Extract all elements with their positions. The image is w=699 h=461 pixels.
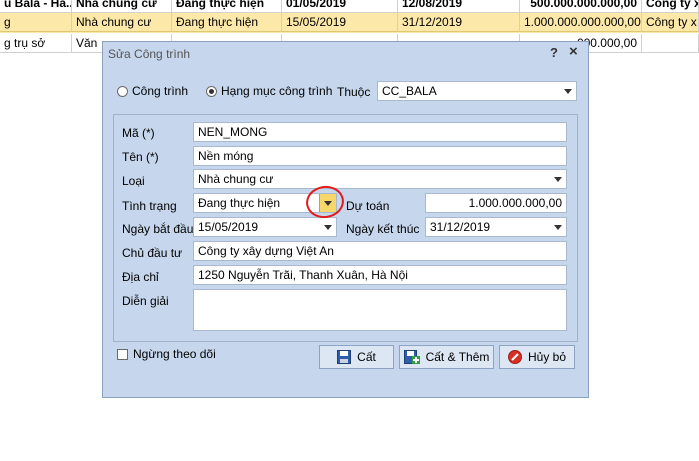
grid-cell[interactable]: 31/12/2019 [398, 13, 520, 32]
du-toan-input[interactable]: 1.000.000.000,00 [425, 193, 567, 213]
grid-cell[interactable]: g trụ sở [0, 34, 72, 53]
ten-label: Tên (*) [122, 150, 159, 164]
radio-checked-icon [206, 85, 217, 97]
ngay-bat-dau-picker[interactable]: 15/05/2019 [193, 217, 337, 237]
close-button[interactable]: × [569, 43, 578, 60]
chu-dau-tu-label: Chủ đầu tư [122, 246, 183, 260]
radio-cong-trinh-label: Công trình [132, 84, 189, 98]
floppy-disk-plus-icon [403, 350, 420, 364]
thuoc-label: Thuộc [337, 85, 371, 99]
grid-cell[interactable] [642, 34, 699, 53]
grid-cell[interactable]: 15/05/2019 [282, 13, 398, 32]
dien-giai-textarea[interactable] [193, 289, 567, 331]
grid-cell[interactable]: g [0, 13, 72, 32]
ngung-theo-doi-checkbox[interactable]: Ngừng theo dõi [117, 347, 216, 361]
ngay-ket-thuc-picker[interactable]: 31/12/2019 [425, 217, 567, 237]
loai-select[interactable]: Nhà chung cư [193, 169, 567, 189]
grid-cell[interactable]: Đang thực hiện [172, 0, 282, 13]
chevron-down-icon[interactable] [550, 170, 566, 188]
ten-input[interactable]: Nền móng [193, 146, 567, 166]
ngay-ket-thuc-value: 31/12/2019 [430, 220, 491, 234]
loai-value: Nhà chung cư [198, 172, 274, 186]
ma-input[interactable]: NEN_MONG [193, 122, 567, 142]
grid-cell[interactable]: 01/05/2019 [282, 0, 398, 13]
save-button[interactable]: Cất [319, 345, 394, 369]
save-and-add-button-label: Cất & Thêm [425, 350, 490, 364]
cancel-button-label: Hủy bỏ [527, 350, 567, 364]
grid-selected-row[interactable]: g Nhà chung cư Đang thực hiện 15/05/2019… [0, 13, 699, 33]
ngung-theo-doi-label: Ngừng theo dõi [133, 347, 216, 361]
edit-project-dialog: Sửa Công trình ? × Công trình Hạng mục c… [102, 41, 589, 398]
thuoc-value: CC_BALA [382, 84, 437, 98]
grid-cell[interactable]: 12/08/2019 [398, 0, 520, 13]
ngay-bat-dau-label: Ngày bắt đầu [122, 222, 194, 236]
chevron-down-icon[interactable] [560, 82, 576, 100]
chevron-down-icon[interactable] [550, 218, 566, 236]
grid-cell[interactable]: Công ty x [642, 13, 699, 32]
grid-cell[interactable]: 1.000.000.000.000,00 [520, 13, 642, 32]
grid-cell[interactable]: 500.000.000.000,00 [520, 0, 642, 13]
radio-cong-trinh[interactable]: Công trình [117, 84, 188, 98]
chevron-down-icon[interactable] [320, 218, 336, 236]
save-and-add-button[interactable]: Cất & Thêm [399, 345, 494, 369]
radio-hang-muc[interactable]: Hạng mục công trình [206, 84, 332, 98]
save-button-label: Cất [357, 350, 376, 364]
chu-dau-tu-input[interactable]: Công ty xây dựng Việt An [193, 241, 567, 261]
dialog-title: Sửa Công trình [108, 47, 191, 61]
dien-giai-label: Diễn giải [122, 294, 169, 308]
cancel-button[interactable]: Hủy bỏ [499, 345, 575, 369]
dialog-titlebar[interactable]: Sửa Công trình ? × [103, 42, 588, 66]
ngay-ket-thuc-label: Ngày kết thúc [346, 222, 420, 236]
cancel-icon [507, 350, 522, 364]
grid-cell[interactable]: Công ty xa [642, 0, 699, 13]
grid-cell[interactable]: Nhà chung cư [72, 0, 172, 13]
checkbox-unchecked-icon [117, 348, 128, 360]
help-button[interactable]: ? [550, 45, 558, 60]
grid-header-row: u Bala - Ha... Nhà chung cư Đang thực hi… [0, 0, 699, 14]
du-toan-label: Dự toán [346, 199, 390, 213]
tinh-trang-value: Đang thực hiện [198, 196, 281, 210]
grid-cell[interactable]: Nhà chung cư [72, 13, 172, 32]
ngay-bat-dau-value: 15/05/2019 [198, 220, 259, 234]
thuoc-select[interactable]: CC_BALA [377, 81, 577, 101]
radio-unchecked-icon [117, 85, 128, 97]
grid-cell[interactable]: u Bala - Ha... [0, 0, 72, 13]
grid-cell[interactable]: Đang thực hiện [172, 13, 282, 32]
floppy-disk-icon [337, 350, 352, 364]
loai-label: Loại [122, 174, 145, 188]
tinh-trang-label: Tình trạng [122, 199, 177, 213]
dia-chi-label: Địa chỉ [122, 270, 159, 284]
radio-hang-muc-label: Hạng mục công trình [221, 84, 333, 98]
dia-chi-input[interactable]: 1250 Nguyễn Trãi, Thanh Xuân, Hà Nội [193, 265, 567, 285]
ma-label: Mã (*) [122, 126, 155, 140]
